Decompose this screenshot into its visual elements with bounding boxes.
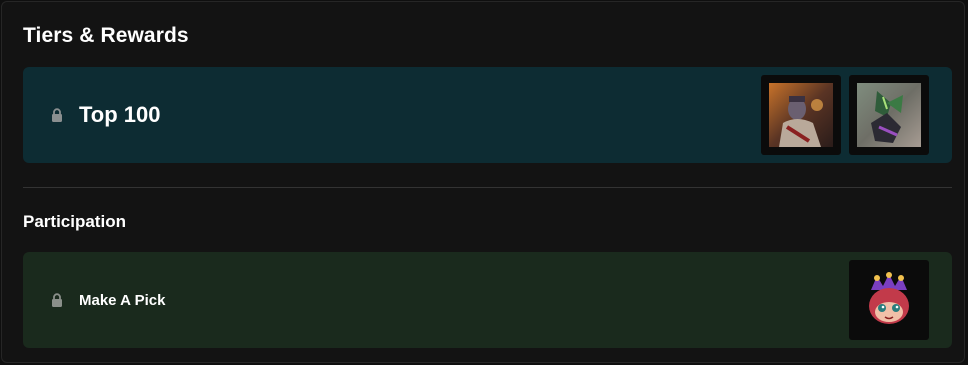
tier-label: Make A Pick [79, 291, 166, 309]
reward-item[interactable] [849, 260, 929, 340]
champion-portrait-icon [857, 83, 921, 147]
lock-icon [50, 108, 64, 122]
tier-row-make-a-pick[interactable]: Make A Pick [23, 252, 952, 348]
section-divider [23, 187, 952, 188]
tiers-rewards-panel: Tiers & Rewards Top 100 Participation Ma… [1, 1, 965, 363]
reward-item[interactable] [849, 75, 929, 155]
lock-icon [50, 293, 64, 307]
reward-item[interactable] [761, 75, 841, 155]
tier-label: Top 100 [79, 102, 161, 127]
champion-portrait-icon [769, 83, 833, 147]
participation-title: Participation [23, 212, 126, 231]
pet-emote-icon [857, 268, 921, 332]
tier-row-top-100[interactable]: Top 100 [23, 67, 952, 163]
section-title: Tiers & Rewards [23, 24, 189, 47]
